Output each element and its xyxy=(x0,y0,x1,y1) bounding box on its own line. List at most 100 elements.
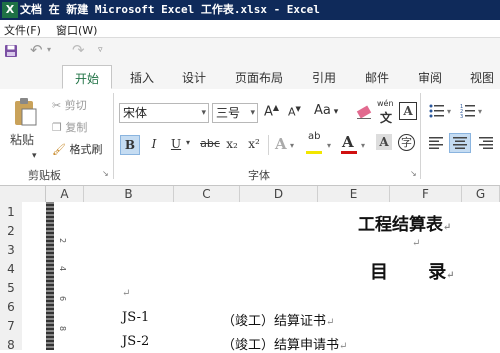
font-launcher-icon[interactable]: ↘ xyxy=(410,169,417,178)
undo-dropdown-icon[interactable]: ▾ xyxy=(47,45,51,54)
group-divider xyxy=(113,93,114,179)
character-shading-icon[interactable]: A xyxy=(376,134,392,150)
numbering-dropdown-icon[interactable]: ▾ xyxy=(478,107,482,116)
paste-icon[interactable] xyxy=(12,97,38,127)
row-header[interactable]: 3 xyxy=(0,243,22,257)
tab-review[interactable]: 审阅 xyxy=(418,69,442,86)
tab-mailings[interactable]: 邮件 xyxy=(365,69,389,86)
font-color-icon[interactable]: A xyxy=(342,133,354,151)
column-header-d[interactable]: D xyxy=(240,186,318,202)
item-name: （竣工）结算证书↵ xyxy=(222,314,335,329)
phonetic-guide-icon[interactable]: 文 xyxy=(380,109,392,126)
redo-icon[interactable]: ↷ xyxy=(72,41,85,59)
row-header[interactable]: 5 xyxy=(0,281,22,295)
chevron-down-icon: ▾ xyxy=(201,108,206,118)
row-header[interactable]: 6 xyxy=(0,300,22,314)
bullets-icon[interactable] xyxy=(429,103,445,119)
item-code: JS-2 xyxy=(122,334,150,349)
highlight-icon[interactable]: ab xyxy=(308,131,320,142)
column-header-a[interactable]: A xyxy=(46,186,84,202)
clear-format-icon[interactable] xyxy=(355,103,373,121)
ruler-mark: 8 xyxy=(58,325,68,332)
cut-button[interactable]: ✂ 剪切 xyxy=(52,97,87,113)
vertical-ruler-bar xyxy=(46,202,54,350)
underline-dropdown-icon[interactable]: ▾ xyxy=(186,138,190,147)
column-header-g[interactable]: G xyxy=(462,186,500,202)
font-name-combo[interactable]: 宋体 ▾ xyxy=(119,103,209,123)
column-header-c[interactable]: C xyxy=(174,186,240,202)
scissors-icon: ✂ xyxy=(52,99,65,112)
ribbon: 粘贴 ▾ ✂ 剪切 ❐ 复制 🖌 格式刷 剪贴板 ↘ 宋体 ▾ 三号 ▾ A▲ A▼… xyxy=(0,89,500,186)
embedded-document[interactable]: 工程结算表↵ ↵ 目 录↵ ↵ JS-1 （竣工）结算证书↵ JS-2 （竣工）… xyxy=(76,202,500,353)
align-center-button[interactable] xyxy=(449,133,471,153)
font-size-combo[interactable]: 三号 ▾ xyxy=(212,103,258,123)
column-header-bar: A B C D E F G xyxy=(0,186,500,203)
row-header-bar: 1 2 3 4 5 6 7 8 xyxy=(0,202,23,352)
copy-button[interactable]: ❐ 复制 xyxy=(52,119,87,135)
highlight-dropdown-icon[interactable]: ▾ xyxy=(327,141,331,150)
tab-design[interactable]: 设计 xyxy=(182,69,206,86)
tab-insert[interactable]: 插入 xyxy=(130,69,154,86)
font-color-bar xyxy=(341,151,357,154)
font-color-dropdown-icon[interactable]: ▾ xyxy=(361,141,365,150)
bold-button[interactable]: B xyxy=(120,135,140,155)
clipboard-launcher-icon[interactable]: ↘ xyxy=(102,169,109,178)
align-center-icon xyxy=(453,137,467,149)
shrink-font-icon[interactable]: A▼ xyxy=(288,105,301,119)
toc-heading: 目 录↵ xyxy=(370,262,455,283)
column-a-cells[interactable] xyxy=(22,202,46,350)
italic-button[interactable]: I xyxy=(145,135,163,153)
svg-text:3: 3 xyxy=(460,114,463,119)
format-painter-button[interactable]: 🖌 格式刷 xyxy=(52,141,102,157)
column-header-b[interactable]: B xyxy=(84,186,174,202)
text-effects-icon[interactable]: A xyxy=(275,135,287,153)
ribbon-tabs: 开始 插入 设计 页面布局 引用 邮件 审阅 视图 xyxy=(0,65,500,90)
ruler-mark: 6 xyxy=(58,295,68,302)
column-header-f[interactable]: F xyxy=(390,186,462,202)
clipboard-group-label: 剪贴板 xyxy=(28,169,61,182)
save-icon[interactable] xyxy=(4,44,18,58)
group-divider xyxy=(268,135,269,155)
select-all-corner[interactable] xyxy=(0,186,46,202)
paste-dropdown-icon[interactable]: ▾ xyxy=(32,151,37,161)
item-name: （竣工）结算申请书↵ xyxy=(222,338,348,353)
change-case-button[interactable]: Aa ▾ xyxy=(314,103,338,118)
row-header[interactable]: 1 xyxy=(0,205,22,219)
bullets-dropdown-icon[interactable]: ▾ xyxy=(447,107,451,116)
chevron-down-icon: ▾ xyxy=(250,108,255,118)
undo-icon[interactable]: ↶ xyxy=(30,41,43,59)
strikethrough-button[interactable]: abc xyxy=(198,135,222,153)
underline-button[interactable]: U xyxy=(167,135,185,153)
copy-icon: ❐ xyxy=(52,121,66,134)
document-title: 工程结算表↵ xyxy=(358,215,452,235)
menu-file[interactable]: 文件(F) xyxy=(4,22,41,38)
grow-font-icon[interactable]: A▲ xyxy=(264,103,279,119)
align-right-icon[interactable] xyxy=(478,136,494,150)
enclose-character-icon[interactable]: 字 xyxy=(398,134,415,151)
title-bar: X 文档 在 新建 Microsoft Excel 工作表.xlsx - Exc… xyxy=(0,0,500,20)
customize-qat-icon[interactable]: ▿ xyxy=(98,45,103,55)
brush-icon: 🖌 xyxy=(52,143,70,156)
paste-button[interactable]: 粘贴 xyxy=(10,131,34,148)
text-effects-dropdown-icon[interactable]: ▾ xyxy=(290,141,294,150)
character-border-icon[interactable]: A xyxy=(399,102,417,120)
ruler-mark: 2 xyxy=(58,237,68,244)
subscript-button[interactable]: x₂ xyxy=(223,135,241,153)
row-header[interactable]: 4 xyxy=(0,262,22,276)
row-header[interactable]: 2 xyxy=(0,224,22,238)
tab-view[interactable]: 视图 xyxy=(470,69,494,86)
tab-page-layout[interactable]: 页面布局 xyxy=(235,69,283,86)
align-left-icon[interactable] xyxy=(428,136,444,150)
window-title: 文档 在 新建 Microsoft Excel 工作表.xlsx - Excel xyxy=(20,3,320,16)
excel-app-icon[interactable]: X xyxy=(2,2,18,18)
numbering-icon[interactable]: 1 2 3 xyxy=(460,103,476,119)
row-header[interactable]: 7 xyxy=(0,319,22,333)
menu-window[interactable]: 窗口(W) xyxy=(56,22,97,38)
paragraph-mark: ↵ xyxy=(412,238,421,249)
tab-home[interactable]: 开始 xyxy=(62,65,112,89)
item-code: JS-1 xyxy=(122,310,150,325)
column-header-e[interactable]: E xyxy=(318,186,390,202)
superscript-button[interactable]: x² xyxy=(245,135,263,153)
ruler-mark: 4 xyxy=(58,265,68,272)
tab-references[interactable]: 引用 xyxy=(312,69,336,86)
